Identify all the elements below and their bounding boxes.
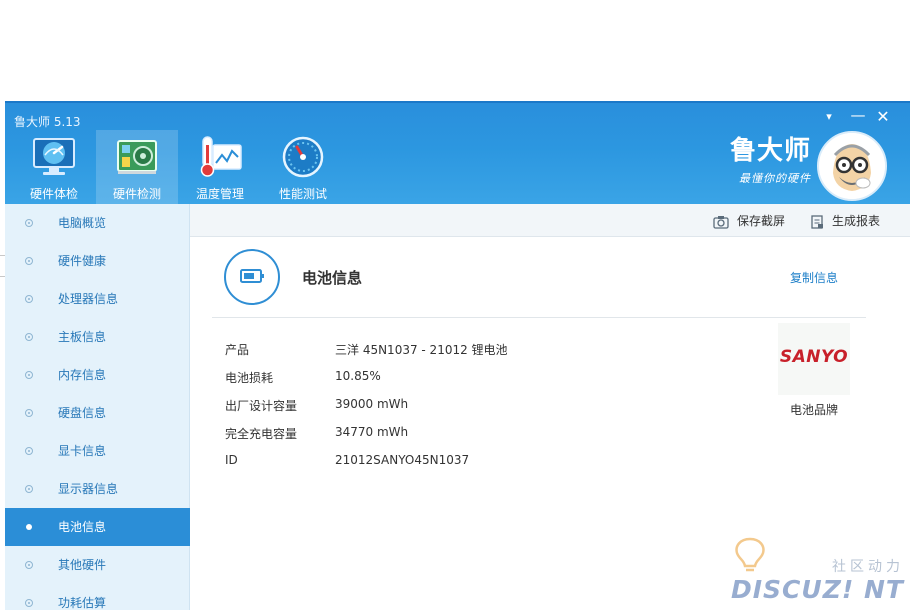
lightbulb-watermark-icon <box>735 537 765 572</box>
bullet-icon <box>25 485 33 493</box>
battery-brand-logo: SANYO <box>778 323 850 395</box>
camera-icon <box>713 215 729 229</box>
sidebar-item-label: 处理器信息 <box>58 292 119 306</box>
sidebar-item-other-hardware[interactable]: 其他硬件 <box>5 546 190 584</box>
close-button[interactable]: ✕ <box>872 107 894 127</box>
report-icon <box>811 214 823 229</box>
sidebar-item-memory[interactable]: 内存信息 <box>5 356 190 394</box>
bullet-icon <box>25 409 33 417</box>
sidebar-item-health[interactable]: 硬件健康 <box>5 242 190 280</box>
app-window: 鲁大师 5.13 ▾ — ✕ 硬件体检 硬件检测 温度管理 性能测试 鲁大师 最… <box>5 101 910 610</box>
bullet-icon <box>25 599 33 607</box>
sidebar-item-label: 内存信息 <box>58 368 107 382</box>
bullet-icon <box>25 371 33 379</box>
sidebar-item-label: 硬件健康 <box>58 254 107 268</box>
tab-label: 温度管理 <box>195 187 244 201</box>
sidebar-item-label: 硬盘信息 <box>58 406 107 420</box>
battery-icon <box>224 249 280 305</box>
sidebar-item-display[interactable]: 显示器信息 <box>5 470 190 508</box>
sidebar-item-overview[interactable]: 电脑概览 <box>5 204 190 242</box>
sanyo-logo: SANYO <box>779 347 849 367</box>
info-value: 10.85% <box>335 369 381 383</box>
bullet-icon <box>25 219 33 227</box>
sidebar-item-label: 主板信息 <box>58 330 107 344</box>
bullet-icon <box>25 333 33 341</box>
speedometer-icon <box>282 136 324 178</box>
info-key: 完全充电容量 <box>225 427 298 441</box>
sidebar-item-label: 其他硬件 <box>58 558 107 572</box>
brand-slogan: 最懂你的硬件 <box>739 172 811 185</box>
info-key: 电池损耗 <box>225 371 274 385</box>
sidebar-item-power-estimate[interactable]: 功耗估算 <box>5 584 190 610</box>
save-screenshot-button[interactable]: 保存截屏 <box>713 212 785 229</box>
info-key: ID <box>225 453 238 467</box>
brand-block: 鲁大师 最懂你的硬件 <box>727 135 811 186</box>
sidebar-item-label: 电池信息 <box>58 520 107 534</box>
save-screenshot-label: 保存截屏 <box>737 214 786 228</box>
brand-name: 鲁大师 <box>729 136 811 166</box>
info-value: 21012SANYO45N1037 <box>335 453 470 467</box>
sidebar-item-label: 功耗估算 <box>58 596 107 610</box>
sidebar-item-label: 电脑概览 <box>58 216 107 230</box>
section-divider <box>212 317 866 318</box>
sidebar-nav: 电脑概览 硬件健康 处理器信息 主板信息 内存信息 硬盘信息 显卡信息 显示器信… <box>5 204 190 610</box>
title-bar[interactable]: 鲁大师 5.13 ▾ — ✕ 硬件体检 硬件检测 温度管理 性能测试 鲁大师 最… <box>5 103 910 204</box>
section-title: 电池信息 <box>302 269 363 287</box>
action-bar: 保存截屏 生成报表 <box>190 204 910 237</box>
sidebar-item-motherboard[interactable]: 主板信息 <box>5 318 190 356</box>
watermark-cn: 社区动力 <box>832 559 904 575</box>
menu-dropdown-button[interactable]: ▾ <box>818 107 840 127</box>
circuit-board-icon <box>117 140 157 174</box>
generate-report-button[interactable]: 生成报表 <box>810 212 880 229</box>
tab-label: 硬件体检 <box>29 187 78 201</box>
info-value: 34770 mWh <box>335 425 409 439</box>
watermark-en: DISCUZ! NT <box>731 575 904 604</box>
thermometer-chart-icon <box>200 136 242 177</box>
info-value: 39000 mWh <box>335 397 409 411</box>
ludashi-mascot-icon[interactable] <box>817 131 887 201</box>
battery-info-panel: 电池信息 复制信息 产品 三洋 45N1037 - 21012 锂电池 电池损耗… <box>190 237 910 610</box>
sidebar-item-battery[interactable]: 电池信息 <box>5 508 190 546</box>
tab-performance-test[interactable]: 性能测试 <box>262 130 344 204</box>
tab-label: 性能测试 <box>278 187 327 201</box>
info-value: 三洋 45N1037 - 21012 锂电池 <box>335 343 508 357</box>
bullet-icon <box>26 524 32 530</box>
tab-hardware-checkup[interactable]: 硬件体检 <box>13 130 95 204</box>
info-key: 产品 <box>225 343 250 357</box>
window-title: 鲁大师 5.13 <box>14 115 81 129</box>
copy-info-link[interactable]: 复制信息 <box>790 269 838 286</box>
minimize-button[interactable]: — <box>847 105 869 125</box>
monitor-check-icon <box>33 138 75 175</box>
sidebar-item-gpu[interactable]: 显卡信息 <box>5 432 190 470</box>
bullet-icon <box>25 295 33 303</box>
sidebar-item-label: 显卡信息 <box>58 444 107 458</box>
bullet-icon <box>25 561 33 569</box>
tab-temperature-management[interactable]: 温度管理 <box>179 130 261 204</box>
info-key: 出厂设计容量 <box>225 399 298 413</box>
tab-label: 硬件检测 <box>112 187 161 201</box>
tab-hardware-detection[interactable]: 硬件检测 <box>96 130 178 204</box>
bullet-icon <box>25 257 33 265</box>
bullet-icon <box>25 447 33 455</box>
brand-caption: 电池品牌 <box>789 403 838 417</box>
screen: 鲁大师 5.13 ▾ — ✕ 硬件体检 硬件检测 温度管理 性能测试 鲁大师 最… <box>0 0 910 610</box>
generate-report-label: 生成报表 <box>832 214 881 228</box>
sidebar-item-disk[interactable]: 硬盘信息 <box>5 394 190 432</box>
sidebar-item-cpu[interactable]: 处理器信息 <box>5 280 190 318</box>
sidebar-item-label: 显示器信息 <box>58 482 119 496</box>
